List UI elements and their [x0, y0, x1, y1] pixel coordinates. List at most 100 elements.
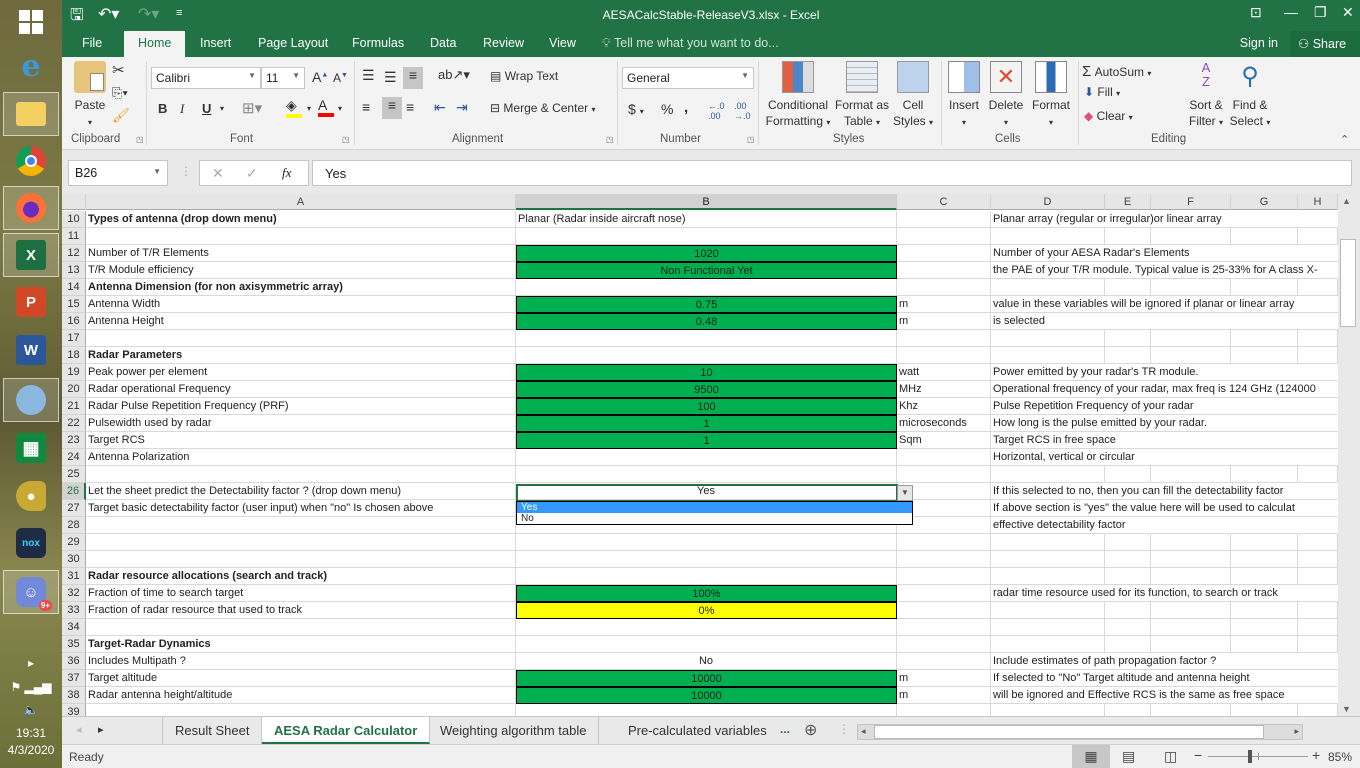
- column-header-c[interactable]: C: [897, 194, 991, 210]
- cell-c14[interactable]: [897, 279, 991, 296]
- cell-a10[interactable]: Types of antenna (drop down menu): [86, 211, 516, 228]
- dropdown-arrow-button[interactable]: ▼: [897, 485, 913, 501]
- row-header[interactable]: 35: [62, 636, 86, 653]
- cell-h17[interactable]: [1298, 330, 1338, 347]
- tab-home[interactable]: Home: [124, 31, 186, 57]
- cell-c11[interactable]: [897, 228, 991, 245]
- cell-d36[interactable]: Include estimates of path propagation fa…: [991, 653, 1338, 670]
- cell-b32[interactable]: 100%: [516, 585, 897, 602]
- cell-e35[interactable]: [1105, 636, 1151, 653]
- cell-a12[interactable]: Number of T/R Elements: [86, 245, 516, 262]
- percent-button[interactable]: %: [661, 101, 673, 117]
- taskbar-internet-explorer[interactable]: e: [3, 44, 59, 88]
- cell-b24[interactable]: [516, 449, 897, 466]
- fill-color-button[interactable]: ◈: [286, 97, 302, 118]
- enter-icon[interactable]: ✓: [246, 165, 258, 182]
- clock-date[interactable]: 4/3/2020: [0, 743, 62, 757]
- conditional-formatting-button[interactable]: Conditional Formatting ▾: [762, 61, 834, 131]
- cell-c23[interactable]: Sqm: [897, 432, 991, 449]
- cell-a20[interactable]: Radar operational Frequency: [86, 381, 516, 398]
- cell-b15[interactable]: 0.75: [516, 296, 897, 313]
- middle-align-icon[interactable]: ☰: [384, 69, 397, 86]
- row-header[interactable]: 36: [62, 653, 86, 670]
- cell-b22[interactable]: 1: [516, 415, 897, 432]
- row-header[interactable]: 31: [62, 568, 86, 585]
- cell-b23[interactable]: 1: [516, 432, 897, 449]
- row-header[interactable]: 24: [62, 449, 86, 466]
- cell-d33[interactable]: [991, 602, 1105, 619]
- tab-data[interactable]: Data: [430, 36, 456, 50]
- scroll-down-icon[interactable]: ▼: [1342, 704, 1351, 714]
- dropdown-option-yes[interactable]: Yes: [517, 502, 912, 513]
- cell-g14[interactable]: [1231, 279, 1298, 296]
- cell-h11[interactable]: [1298, 228, 1338, 245]
- sheet-tab-aesa-radar-calculator[interactable]: AESA Radar Calculator: [262, 717, 431, 744]
- cell-d35[interactable]: [991, 636, 1105, 653]
- sort-filter-button[interactable]: AZ Sort & Filter ▾: [1186, 61, 1226, 131]
- row-header[interactable]: 25: [62, 466, 86, 483]
- add-sheet-icon[interactable]: ⊕: [804, 720, 817, 740]
- cell-c17[interactable]: [897, 330, 991, 347]
- cell-e33[interactable]: [1105, 602, 1151, 619]
- cell-c30[interactable]: [897, 551, 991, 568]
- cell-e34[interactable]: [1105, 619, 1151, 636]
- row-header[interactable]: 23: [62, 432, 86, 449]
- cell-b17[interactable]: [516, 330, 897, 347]
- cell-b21[interactable]: 100: [516, 398, 897, 415]
- taskbar-discord[interactable]: ☺ 9+: [3, 570, 59, 614]
- cell-a32[interactable]: Fraction of time to search target: [86, 585, 516, 602]
- cell-d34[interactable]: [991, 619, 1105, 636]
- cell-b19[interactable]: 10: [516, 364, 897, 381]
- cell-c16[interactable]: m: [897, 313, 991, 330]
- cell-h34[interactable]: [1298, 619, 1338, 636]
- cell-c22[interactable]: microseconds: [897, 415, 991, 432]
- cell-c29[interactable]: [897, 534, 991, 551]
- taskbar-bird-app[interactable]: ●: [3, 474, 59, 518]
- cell-d32[interactable]: radar time resource used for its functio…: [991, 585, 1338, 602]
- cell-d30[interactable]: [991, 551, 1105, 568]
- tab-insert[interactable]: Insert: [200, 36, 231, 50]
- cell-a21[interactable]: Radar Pulse Repetition Frequency (PRF): [86, 398, 516, 415]
- cell-d22[interactable]: How long is the pulse emitted by your ra…: [991, 415, 1338, 432]
- cell-d12[interactable]: Number of your AESA Radar's Elements: [991, 245, 1338, 262]
- cell-c33[interactable]: [897, 602, 991, 619]
- cell-g11[interactable]: [1231, 228, 1298, 245]
- cell-h18[interactable]: [1298, 347, 1338, 364]
- cell-c21[interactable]: Khz: [897, 398, 991, 415]
- scroll-right-icon[interactable]: ▸: [1294, 726, 1299, 737]
- row-header[interactable]: 34: [62, 619, 86, 636]
- cell-d39[interactable]: [991, 704, 1105, 716]
- cell-a39[interactable]: [86, 704, 516, 716]
- cell-g30[interactable]: [1231, 551, 1298, 568]
- taskbar-nox[interactable]: nox: [3, 521, 59, 565]
- cell-d18[interactable]: [991, 347, 1105, 364]
- cell-h31[interactable]: [1298, 568, 1338, 585]
- copy-icon[interactable]: ⎘▾: [112, 85, 128, 101]
- column-header-g[interactable]: G: [1231, 194, 1298, 210]
- cell-g34[interactable]: [1231, 619, 1298, 636]
- cell-b13[interactable]: Non Functional Yet: [516, 262, 897, 279]
- zoom-in-icon[interactable]: +: [1312, 747, 1320, 763]
- name-box[interactable]: B26 ▼: [68, 160, 168, 186]
- cell-a23[interactable]: Target RCS: [86, 432, 516, 449]
- cell-d38[interactable]: will be ignored and Effective RCS is the…: [991, 687, 1338, 704]
- cell-a35[interactable]: Target-Radar Dynamics: [86, 636, 516, 653]
- taskbar-file-explorer[interactable]: [3, 92, 59, 136]
- normal-view-icon[interactable]: ▦: [1072, 745, 1110, 768]
- row-header[interactable]: 10: [62, 211, 86, 228]
- font-color-button[interactable]: A: [318, 97, 334, 117]
- cell-h29[interactable]: [1298, 534, 1338, 551]
- shrink-font-button[interactable]: A▼: [333, 71, 348, 85]
- cell-h14[interactable]: [1298, 279, 1338, 296]
- cell-a38[interactable]: Radar antenna height/altitude: [86, 687, 516, 704]
- cell-a28[interactable]: [86, 517, 516, 534]
- zoom-slider-thumb[interactable]: [1247, 750, 1252, 763]
- row-header[interactable]: 30: [62, 551, 86, 568]
- top-align-icon[interactable]: ☰: [362, 67, 375, 84]
- cell-a25[interactable]: [86, 466, 516, 483]
- cell-b36[interactable]: No: [516, 653, 897, 670]
- italic-button[interactable]: I: [180, 101, 184, 117]
- select-all-corner[interactable]: [62, 194, 86, 210]
- comma-button[interactable]: ,: [684, 99, 688, 116]
- insert-function-icon[interactable]: fx: [282, 165, 291, 181]
